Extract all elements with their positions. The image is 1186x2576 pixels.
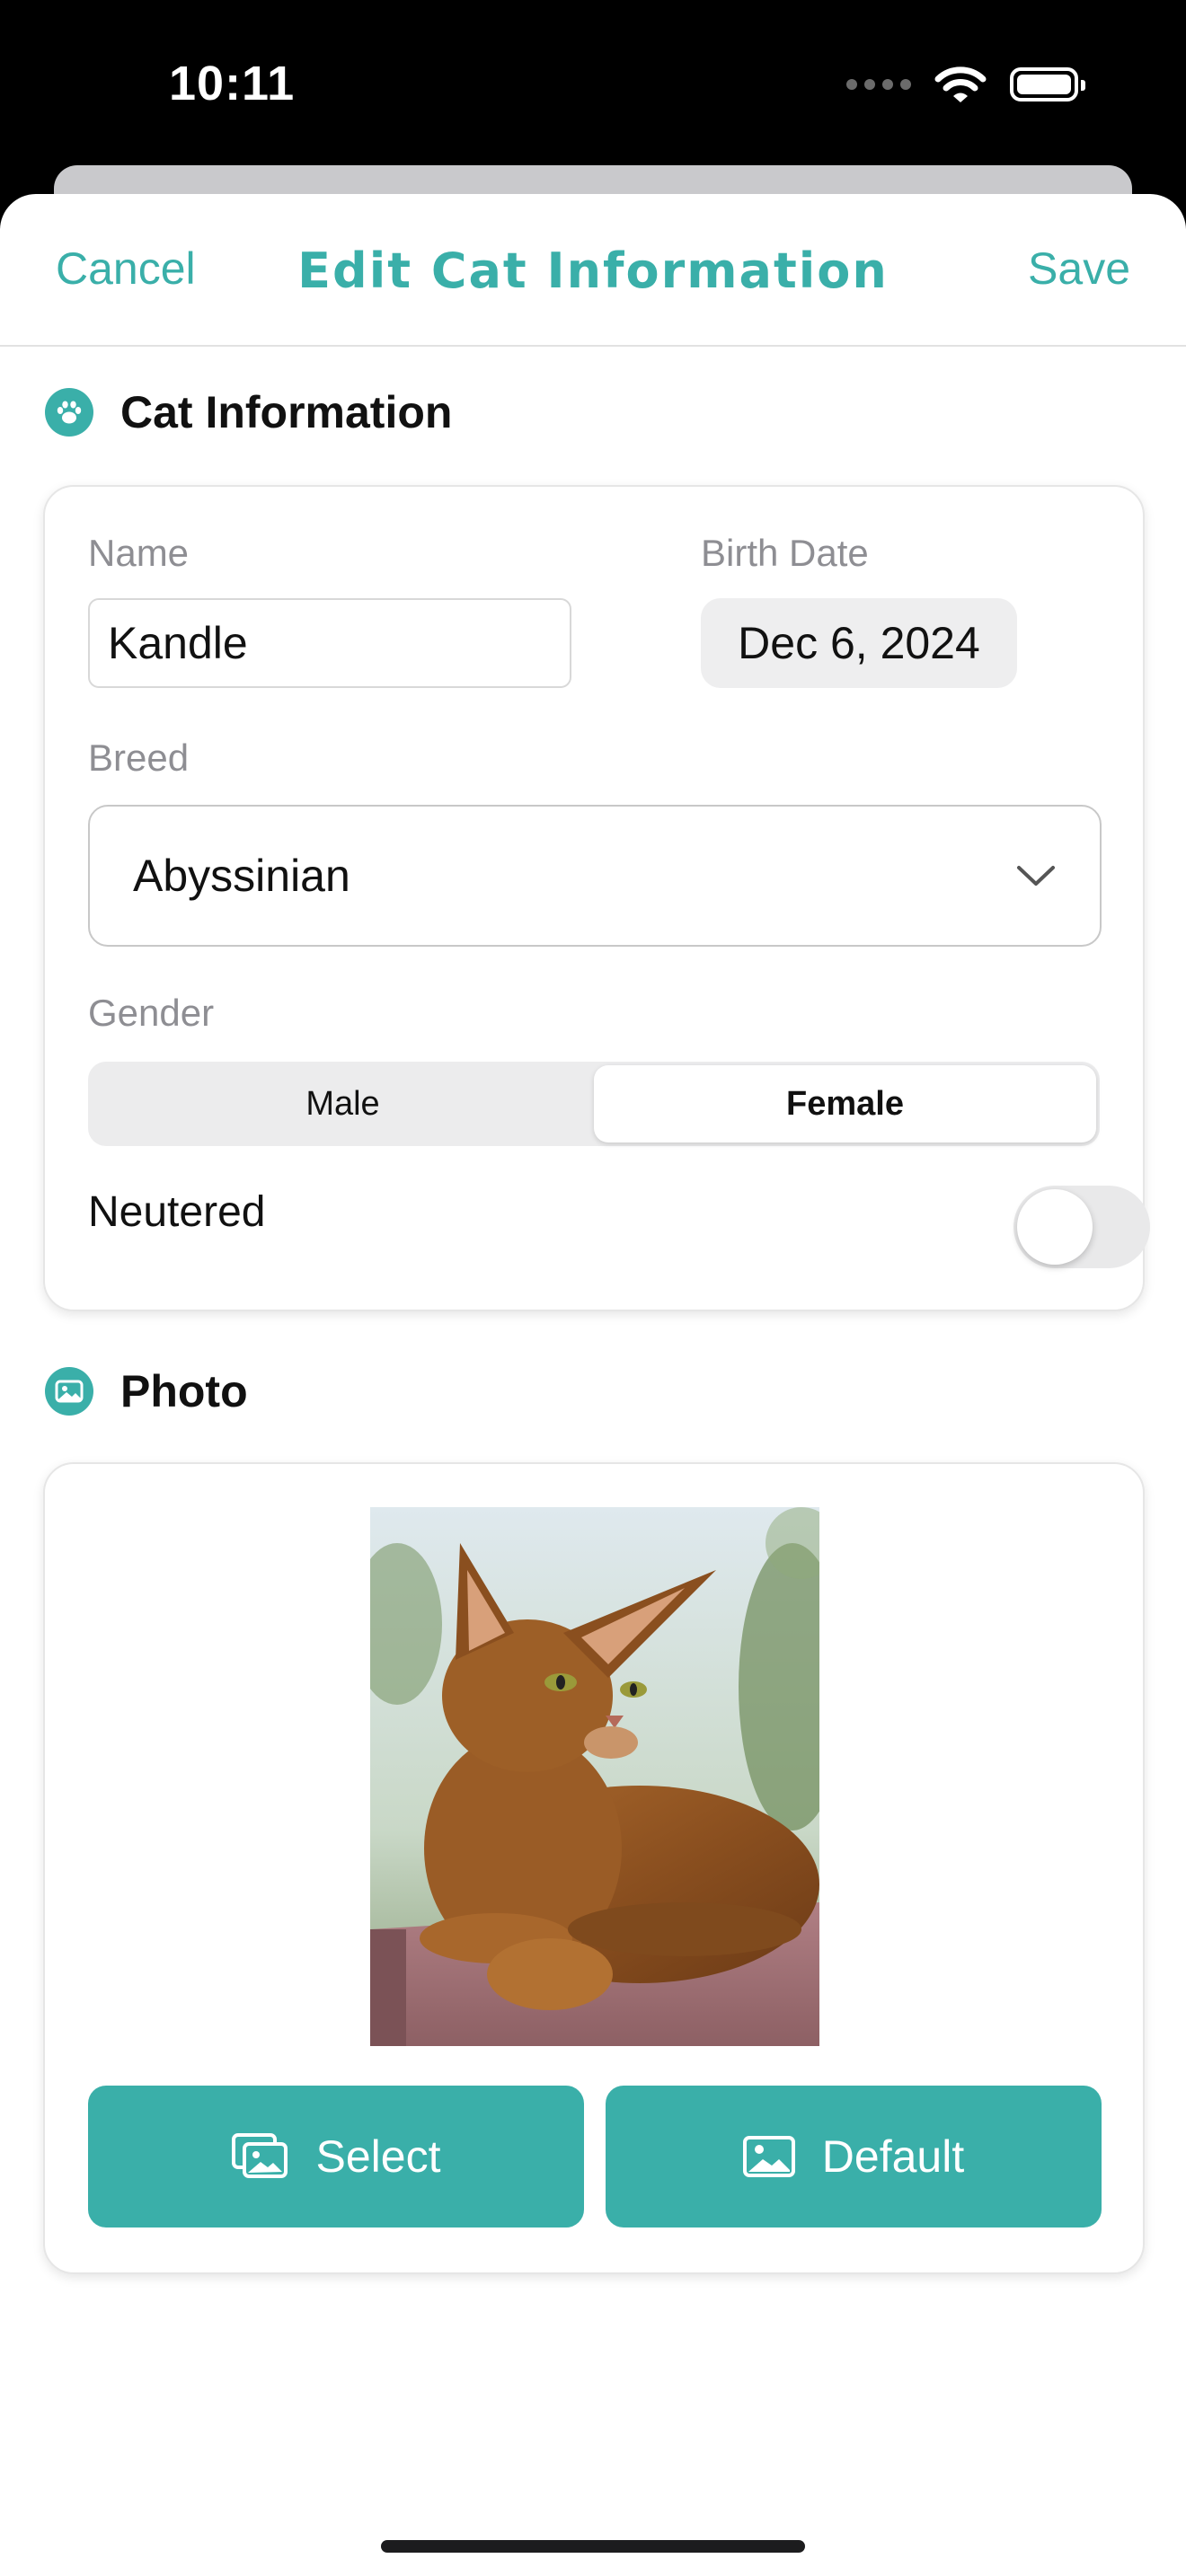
name-label: Name [88, 532, 190, 574]
name-field[interactable]: Kandle [88, 598, 571, 688]
status-bar: 10:11 [0, 0, 1186, 171]
gender-option-male[interactable]: Male [92, 1065, 594, 1142]
cat-info-title: Cat Information [120, 387, 453, 437]
nav-bar: Cancel Edit Cat Information Save [0, 194, 1186, 347]
breed-value: Abyssinian [133, 851, 350, 901]
birth-date-value: Dec 6, 2024 [738, 618, 980, 668]
save-button[interactable]: Save [1028, 243, 1130, 295]
gender-label: Gender [88, 992, 215, 1034]
signal-dots-icon [846, 79, 911, 90]
photo-icon [45, 1367, 93, 1416]
home-indicator [381, 2540, 805, 2553]
chevron-down-icon [1017, 866, 1055, 886]
default-button-label: Default [821, 2131, 965, 2182]
birth-date-label: Birth Date [701, 532, 869, 574]
photo-stack-icon [231, 2133, 288, 2178]
select-photo-button[interactable]: Select [88, 2086, 584, 2228]
status-icons [846, 65, 1085, 104]
cat-info-card: Name Birth Date Kandle Dec 6, 2024 Breed… [43, 485, 1150, 1311]
breed-label: Breed [88, 737, 190, 779]
neutered-toggle[interactable] [1013, 1186, 1150, 1268]
select-button-label: Select [315, 2131, 441, 2182]
default-photo-button[interactable]: Default [606, 2086, 1102, 2228]
edit-sheet: Cancel Edit Cat Information Save Cat Inf… [0, 194, 1186, 2576]
birth-date-picker[interactable]: Dec 6, 2024 [701, 598, 1017, 688]
paw-icon [45, 388, 93, 437]
cat-info-header: Cat Information [45, 386, 452, 438]
photo-title: Photo [120, 1366, 248, 1416]
gender-option-female[interactable]: Female [594, 1065, 1096, 1142]
gender-segmented-control: Male Female [88, 1062, 1100, 1146]
status-time: 10:11 [169, 57, 296, 110]
toggle-knob [1017, 1189, 1093, 1265]
cat-photo [370, 1507, 819, 2046]
name-value: Kandle [108, 618, 248, 668]
breed-select[interactable]: Abyssinian [88, 805, 1102, 947]
image-icon [742, 2136, 795, 2177]
page-title: Edit Cat Information [297, 243, 889, 299]
photo-card: Select Default [43, 1462, 1145, 2274]
wifi-icon [934, 66, 987, 102]
neutered-label: Neutered [88, 1188, 266, 1236]
battery-icon [1010, 67, 1085, 101]
photo-header: Photo [45, 1365, 248, 1417]
